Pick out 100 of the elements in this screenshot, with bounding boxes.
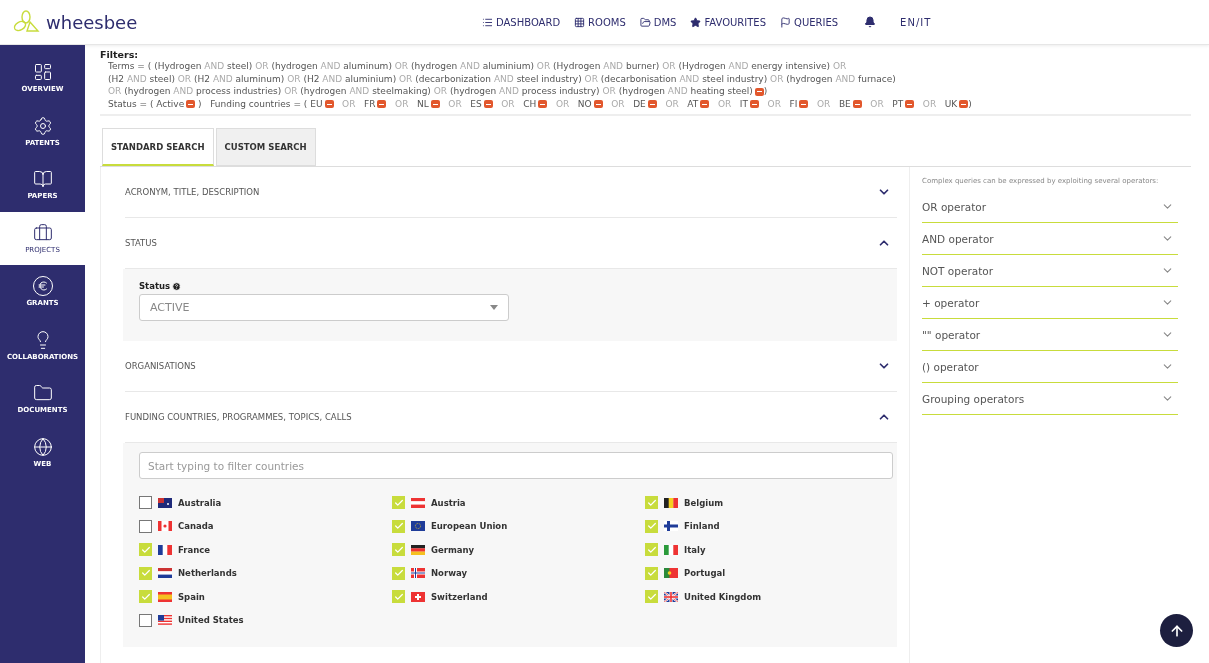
checkbox[interactable] [139,519,152,533]
flag-icon [411,568,425,578]
grid-icon [574,16,586,28]
term-text: (hydrogen AND steelmaking) [300,86,431,96]
country-code: NL [417,98,429,109]
country-name: European Union [431,521,508,531]
operator-text: OR [448,98,462,109]
nav-link[interactable]: QUERIES [780,16,839,28]
operator-text: OR [177,73,192,84]
term-text: (hydrogen AND heating steel) [618,86,753,96]
operator-text: OR [255,61,269,71]
flag-icon [411,544,425,555]
flag-icon [411,497,425,508]
country-name: United States [178,615,244,625]
status-select[interactable]: ACTIVE [139,294,509,321]
countries-label: Funding countries = ( [210,98,308,109]
remove-icon[interactable] [430,100,440,108]
country-code: ES [470,98,482,109]
operator-text: OR [770,73,784,84]
term-text: (Hydrogen AND burner) [553,61,660,71]
nav-link[interactable]: FAVOURITES [690,16,767,28]
remove-icon[interactable] [483,100,493,108]
search-tab[interactable]: CUSTOM SEARCH [215,128,316,166]
scroll-top-button[interactable] [1160,614,1193,647]
search-tab[interactable]: STANDARD SEARCH [102,128,214,166]
operator-text: OR [816,98,831,109]
flag-icon [158,521,172,531]
bracket-text: ) [968,98,972,109]
help-icon [172,281,182,291]
operator-text: OR [662,61,676,71]
nav-link[interactable]: DASHBOARD [482,16,561,28]
country-code: FR [364,98,376,109]
country-name: Finland [684,521,720,531]
term-text: (decarbonization AND steel industry) [415,73,582,84]
remove-icon[interactable] [593,100,603,108]
operator-text: OR [433,86,448,96]
nav-link[interactable]: ROOMS [574,16,626,28]
country-code: EU [310,98,323,109]
remove-icon[interactable] [377,100,387,108]
language-link[interactable]: EN/IT [900,16,932,28]
operator-text: OR [611,98,625,109]
remove-icon[interactable] [324,100,334,108]
book-icon [32,169,53,190]
term-text: (hydrogen AND process industry) [449,86,600,96]
country-name: United Kingdom [684,591,762,602]
dashboard-icon [32,62,53,83]
filter-field[interactable]: Start typing to filter countries [139,452,893,479]
operator-text: OR [394,61,409,71]
country-name: Netherlands [178,568,237,578]
country-name: Norway [431,568,467,578]
remove-icon[interactable] [186,100,196,108]
remove-icon[interactable] [799,100,809,108]
operator-text: OR [602,86,616,96]
operator-text: OR [584,73,598,84]
bell-icon[interactable] [864,16,877,28]
gear-icon [32,115,53,136]
remove-icon[interactable] [647,100,657,108]
flag-icon [664,544,678,555]
operator-text: OR [536,61,551,71]
country-code: UK [944,98,958,109]
country-code: DE [633,98,646,109]
operator-text: OR [555,98,570,109]
operator-text: OR [501,98,515,109]
remove-icon[interactable] [905,100,915,108]
term-text: (hydrogen AND aluminium) [411,61,534,71]
flag-icon [664,497,678,508]
operator-text: OR [767,98,781,109]
logo-icon [12,10,42,34]
flag-icon [411,591,425,602]
remove-icon[interactable] [959,100,969,108]
nav-link[interactable]: DMS [639,16,677,28]
term-text: (Hydrogen AND energy intensive) [678,61,831,71]
status-label: Status = ( [108,98,154,109]
term-text: (hydrogen AND furnace) [786,73,896,84]
country-code: CH [523,98,537,109]
operator-text: OR [108,86,122,96]
checkbox[interactable] [139,496,152,509]
remove-icon[interactable] [852,100,862,108]
country-code: FI [789,98,798,109]
remove-icon[interactable] [538,100,548,108]
country-code: NO [577,98,592,109]
field-label: Status [139,281,171,291]
operator-text: OR [832,61,847,71]
operator-text: OR [717,98,732,109]
flag-icon [158,591,172,602]
operator-text: OR [395,98,409,109]
operator-text: OR [665,98,679,109]
operator-text: OR [922,98,937,109]
checkbox[interactable] [139,613,152,627]
star-icon [690,16,702,28]
term-text: (hydrogen AND aluminum) [271,61,392,71]
country-name: France [178,544,211,555]
remove-icon[interactable] [700,100,710,108]
operator-text: OR [342,98,356,109]
country-name: Spain [178,591,205,602]
country-code: IT [739,98,748,109]
flag-icon [158,568,172,578]
country-name: Australia [178,497,222,508]
term-text: (H2 AND aluminium) [303,73,397,84]
operator-text: OR [399,73,413,84]
